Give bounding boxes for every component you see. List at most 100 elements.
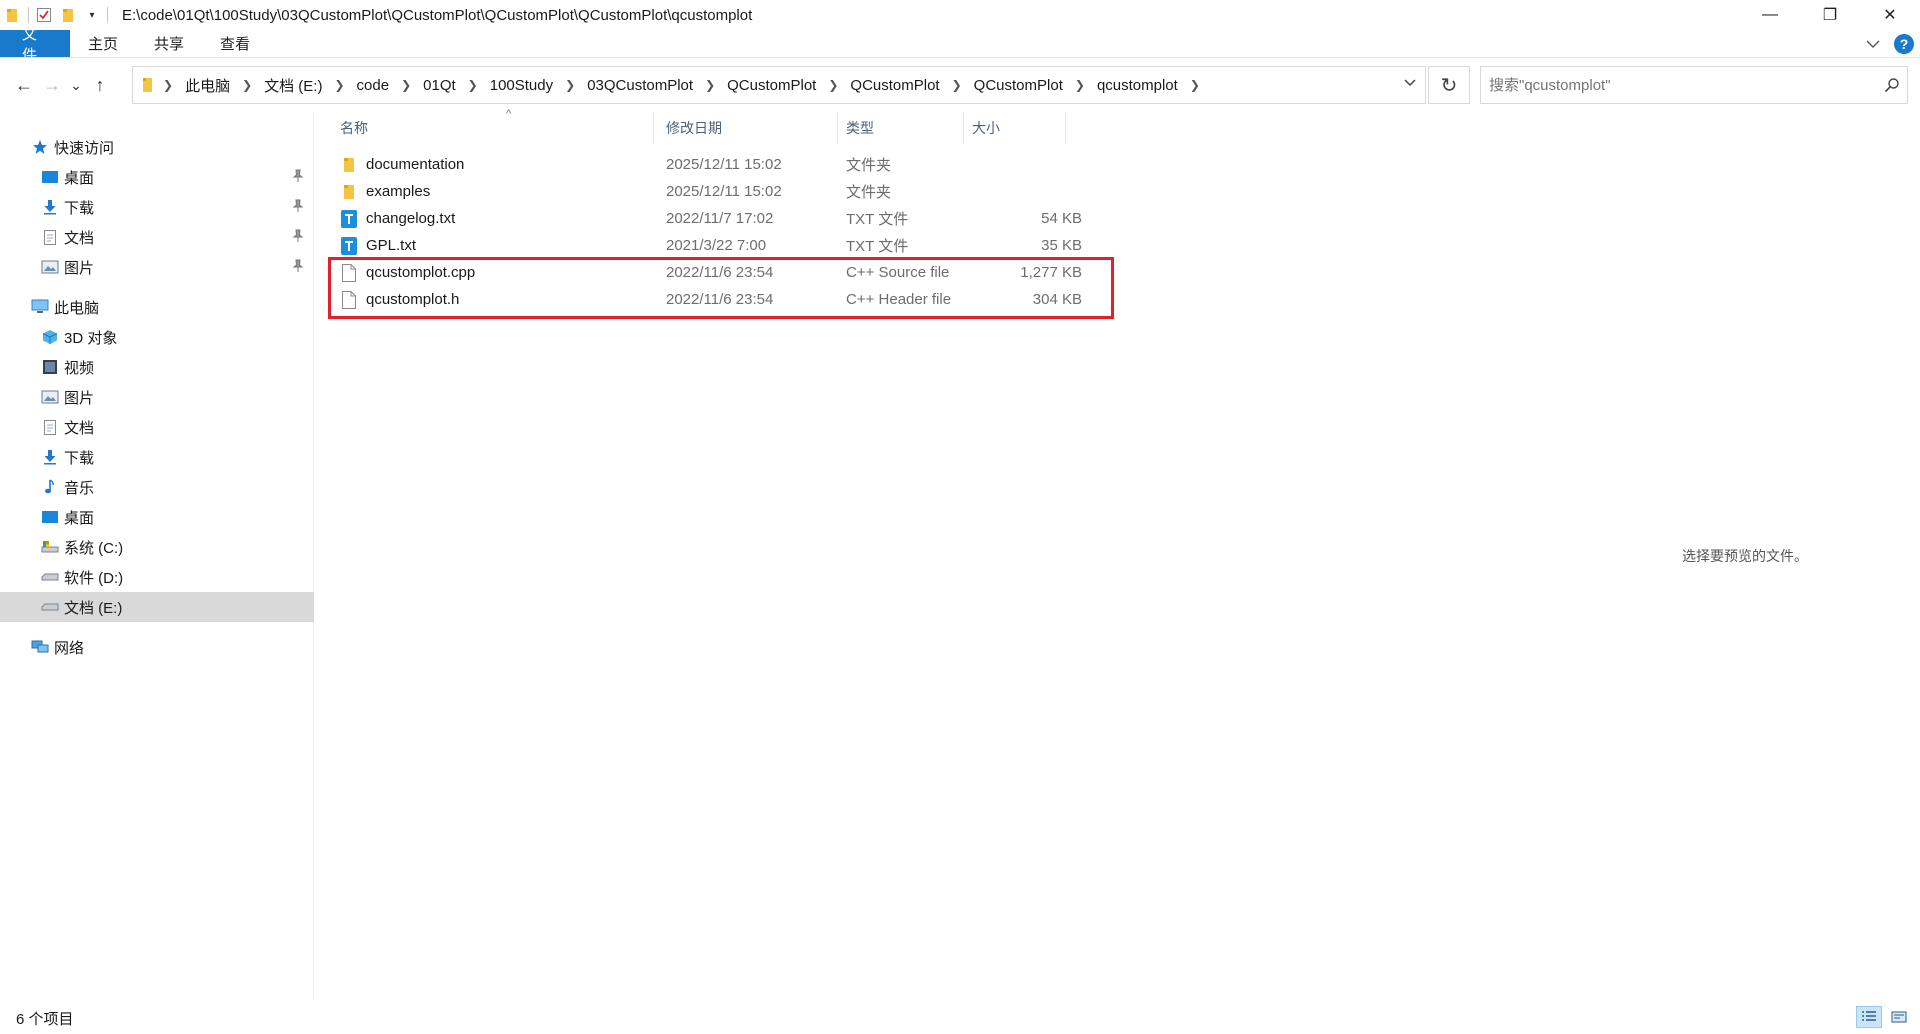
breadcrumb-separator-icon[interactable]: ❯ — [828, 78, 838, 92]
recent-locations-button[interactable]: ⌄ — [66, 70, 86, 100]
navigation-pane: 快速访问 桌面 下载 文档 图片 此电脑 3D 对象 视频 图片 文档 下载 音… — [0, 112, 314, 1000]
preview-pane: 选择要预览的文件。 — [1606, 112, 1920, 1000]
back-button[interactable]: ← — [10, 70, 38, 100]
sidebar-item-drive-c[interactable]: 系统 (C:) — [0, 532, 314, 562]
new-folder-icon[interactable] — [59, 6, 77, 24]
search-input[interactable] — [1489, 76, 1877, 94]
expand-ribbon-icon[interactable] — [1866, 36, 1880, 52]
breadcrumb-item[interactable]: qcustomplot — [1097, 77, 1178, 94]
sidebar-item-label: 3D 对象 — [64, 329, 118, 347]
sidebar-item-desktop[interactable]: 桌面 — [0, 162, 314, 192]
file-list: 名称 ^ 修改日期 类型 大小 documentation 2025/12/11… — [316, 108, 1606, 1000]
breadcrumb-item[interactable]: code — [357, 77, 390, 94]
breadcrumb-item[interactable]: QCustomPlot — [974, 77, 1063, 94]
search-icon[interactable] — [1877, 77, 1907, 93]
address-bar[interactable]: ❯ 此电脑 ❯ 文档 (E:) ❯ code ❯ 01Qt ❯ 100Study… — [132, 66, 1426, 104]
system-drive-icon — [40, 537, 60, 557]
sort-ascending-icon: ^ — [506, 108, 512, 120]
minimize-button[interactable]: — — [1740, 0, 1800, 30]
sidebar-item-pictures-pc[interactable]: 图片 — [0, 382, 314, 412]
customize-toolbar-icon[interactable]: ▾ — [83, 6, 101, 24]
3d-objects-icon — [40, 327, 60, 347]
preview-message: 选择要预览的文件。 — [1682, 548, 1808, 564]
drive-icon — [40, 567, 60, 587]
sidebar-item-downloads-pc[interactable]: 下载 — [0, 442, 314, 472]
column-header-name[interactable]: 名称 ^ — [332, 108, 654, 144]
file-type: TXT 文件 — [846, 211, 909, 228]
sidebar-item-music[interactable]: 音乐 — [0, 472, 314, 502]
sidebar-item-3d-objects[interactable]: 3D 对象 — [0, 322, 314, 352]
breadcrumb-item[interactable]: 文档 (E:) — [264, 75, 322, 96]
refresh-button[interactable]: ↻ — [1428, 66, 1470, 104]
large-icons-view-icon[interactable] — [1886, 1006, 1912, 1028]
column-header-label: 类型 — [846, 120, 874, 136]
file-row[interactable]: documentation 2025/12/11 15:02 文件夹 — [332, 151, 1102, 178]
pin-icon[interactable] — [292, 229, 304, 247]
sidebar-item-documents-pc[interactable]: 文档 — [0, 412, 314, 442]
column-header-size[interactable]: 大小 — [964, 112, 1066, 144]
file-name: examples — [366, 183, 431, 200]
desktop-icon — [40, 507, 60, 527]
divider — [107, 7, 108, 23]
network-icon — [30, 637, 50, 657]
tab-home[interactable]: 主页 — [70, 30, 136, 57]
details-view-icon[interactable] — [1856, 1006, 1882, 1028]
forward-button[interactable]: → — [38, 70, 66, 100]
breadcrumb-item[interactable]: 03QCustomPlot — [587, 77, 693, 94]
pin-icon[interactable] — [292, 259, 304, 277]
file-type: 文件夹 — [846, 157, 892, 174]
pin-icon[interactable] — [292, 169, 304, 187]
up-button[interactable]: ↑ — [86, 70, 114, 100]
sidebar-item-drive-e[interactable]: 文档 (E:) — [0, 592, 314, 622]
sidebar-item-downloads[interactable]: 下载 — [0, 192, 314, 222]
column-header-date[interactable]: 修改日期 — [658, 112, 838, 144]
breadcrumb-item[interactable]: 100Study — [490, 77, 553, 94]
breadcrumb-separator-icon[interactable]: ❯ — [334, 78, 344, 92]
breadcrumb-separator-icon[interactable]: ❯ — [952, 78, 962, 92]
breadcrumb-separator-icon[interactable]: ❯ — [565, 78, 575, 92]
sidebar-item-quick-access[interactable]: 快速访问 — [0, 132, 314, 162]
close-button[interactable]: ✕ — [1860, 0, 1920, 30]
breadcrumb-item[interactable]: QCustomPlot — [850, 77, 939, 94]
sidebar-item-pictures[interactable]: 图片 — [0, 252, 314, 282]
file-row[interactable]: examples 2025/12/11 15:02 文件夹 — [332, 178, 1102, 205]
pin-icon[interactable] — [292, 199, 304, 217]
item-count: 6 个项目 — [16, 1011, 74, 1028]
breadcrumb-item[interactable]: 此电脑 — [185, 75, 230, 96]
view-switcher — [1856, 1006, 1912, 1028]
file-date: 2025/12/11 15:02 — [666, 156, 782, 173]
sidebar-item-desktop-pc[interactable]: 桌面 — [0, 502, 314, 532]
help-button[interactable]: ? — [1894, 33, 1914, 54]
properties-icon[interactable] — [35, 6, 53, 24]
sidebar-item-label: 桌面 — [64, 509, 95, 527]
pictures-icon — [40, 387, 60, 407]
breadcrumb-item[interactable]: QCustomPlot — [727, 77, 816, 94]
sidebar-item-label: 此电脑 — [54, 299, 100, 317]
search-box[interactable] — [1480, 66, 1908, 104]
sidebar-item-drive-d[interactable]: 软件 (D:) — [0, 562, 314, 592]
sidebar-item-this-pc[interactable]: 此电脑 — [0, 292, 314, 322]
sidebar-item-videos[interactable]: 视频 — [0, 352, 314, 382]
breadcrumb-separator-icon[interactable]: ❯ — [242, 78, 252, 92]
tab-file[interactable]: 文件 — [0, 26, 70, 64]
breadcrumb-separator-icon[interactable]: ❯ — [163, 78, 173, 92]
file-row[interactable]: changelog.txt 2022/11/7 17:02 TXT 文件 54 … — [332, 205, 1102, 232]
breadcrumb-separator-icon[interactable]: ❯ — [1190, 78, 1200, 92]
column-header-type[interactable]: 类型 — [838, 112, 964, 144]
tab-view[interactable]: 查看 — [202, 30, 268, 57]
breadcrumb-item[interactable]: 01Qt — [423, 77, 456, 94]
sidebar-item-network[interactable]: 网络 — [0, 632, 314, 662]
tab-share[interactable]: 共享 — [136, 30, 202, 57]
breadcrumb-separator-icon[interactable]: ❯ — [1075, 78, 1085, 92]
breadcrumb-separator-icon[interactable]: ❯ — [705, 78, 715, 92]
maximize-button[interactable]: ❐ — [1800, 0, 1860, 30]
column-header-label: 修改日期 — [666, 120, 722, 136]
breadcrumb-separator-icon[interactable]: ❯ — [401, 78, 411, 92]
sidebar-item-label: 桌面 — [64, 169, 95, 187]
address-history-dropdown-icon[interactable] — [1403, 76, 1417, 91]
window-title: E:\code\01Qt\100Study\03QCustomPlot\QCus… — [122, 6, 753, 24]
file-row[interactable]: GPL.txt 2021/3/22 7:00 TXT 文件 35 KB — [332, 232, 1102, 259]
sidebar-item-documents[interactable]: 文档 — [0, 222, 314, 252]
breadcrumb: 此电脑 ❯ 文档 (E:) ❯ code ❯ 01Qt ❯ 100Study ❯… — [185, 75, 1212, 96]
breadcrumb-separator-icon[interactable]: ❯ — [468, 78, 478, 92]
